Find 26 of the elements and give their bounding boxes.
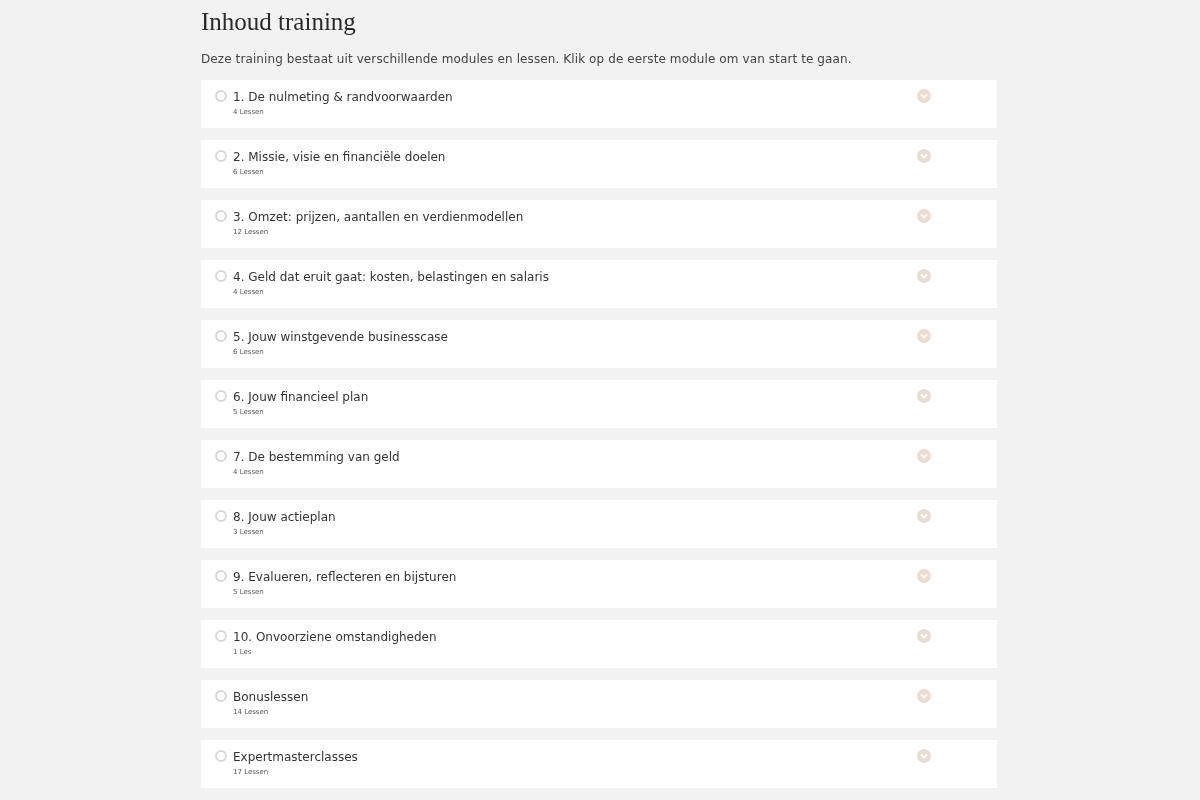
module-title: Bonuslessen — [233, 689, 309, 705]
module-title: 7. De bestemming van geld — [233, 449, 400, 465]
chevron-icon[interactable] — [917, 329, 931, 343]
module-title: 9. Evalueren, reflecteren en bijsturen — [233, 569, 457, 585]
chevron-icon[interactable] — [917, 509, 931, 523]
page-title: Inhoud training — [201, 7, 356, 37]
chevron-icon[interactable] — [917, 389, 931, 403]
module-title: 10. Onvoorziene omstandigheden — [233, 629, 437, 645]
intro-text: Deze training bestaat uit verschillende modules en lessen. Klik op de eerste module om van start te gaan. — [201, 51, 852, 68]
module-title: 1. De nulmeting & randvoorwaarden — [233, 89, 453, 105]
chevron-icon[interactable] — [917, 689, 931, 703]
chevron-icon[interactable] — [917, 89, 931, 103]
module-title: 6. Jouw financieel plan — [233, 389, 369, 405]
module-title: 4. Geld dat eruit gaat: kosten, belastingen en salaris — [233, 269, 549, 285]
chevron-icon[interactable] — [917, 629, 931, 643]
module-title: 5. Jouw winstgevende businesscase — [233, 329, 448, 345]
module-title: 3. Omzet: prijzen, aantallen en verdienmodellen — [233, 209, 524, 225]
chevron-icon[interactable] — [917, 449, 931, 463]
module-title: 8. Jouw actieplan — [233, 509, 336, 525]
chevron-icon[interactable] — [917, 149, 931, 163]
module-title: Expertmasterclasses — [233, 749, 358, 765]
chevron-icon[interactable] — [917, 209, 931, 223]
module-title: 2. Missie, visie en financiële doelen — [233, 149, 446, 165]
chevron-icon[interactable] — [917, 749, 931, 763]
chevron-icon[interactable] — [917, 569, 931, 583]
chevron-icon[interactable] — [917, 269, 931, 283]
